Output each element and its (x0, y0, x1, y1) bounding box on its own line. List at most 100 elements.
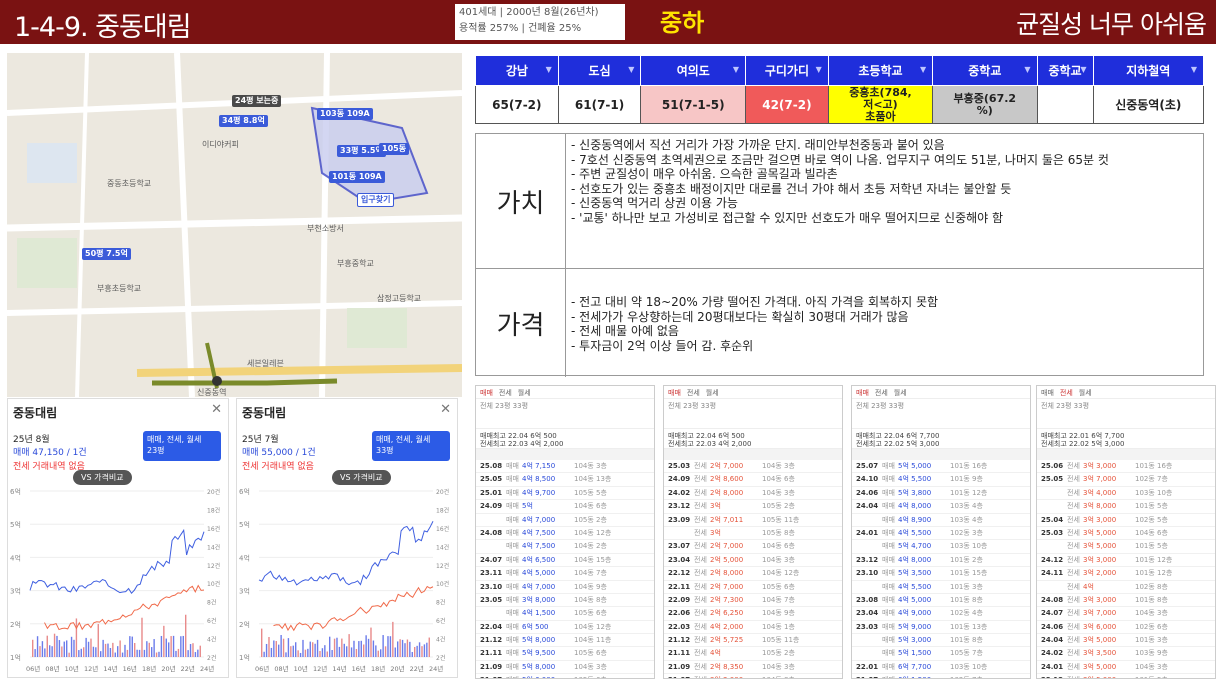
table-row[interactable]: 24.07 매매 4억 6,500 104동 15층 (476, 554, 654, 568)
price-history-chart[interactable]: 6억 5억 4억 3억 2억 1억 20건 18건 16건 14건 12건 10건 8건 6건 4건 2건 06… (8, 485, 228, 677)
table-row[interactable]: 21.07매매5억 6,000105동 6층 (476, 674, 654, 678)
table-row[interactable]: 매매 5억 3,000 101동 8층 (852, 634, 1030, 648)
tab-1[interactable]: 전세 (687, 389, 700, 397)
table-row[interactable]: 25.03 전세 2억 7,000 104동 3층 (664, 460, 842, 474)
tab-1[interactable]: 전세 (499, 389, 512, 397)
map-price-tag[interactable]: 101동 109A (329, 171, 385, 183)
tab-1[interactable]: 전세 (875, 389, 888, 397)
table-row[interactable]: 21.09 전세 2억 8,350 104동 3층 (664, 661, 842, 675)
table-row[interactable]: 21.12 매매 5억 8,000 104동 11층 (476, 634, 654, 648)
col-header-gudi[interactable]: 구디가디 ▼ (745, 55, 829, 86)
table-row[interactable]: 23.08 매매 4억 5,000 101동 8층 (852, 594, 1030, 608)
table-row[interactable]: 24.04 매매 4억 8,000 103동 4층 (852, 500, 1030, 514)
map-price-tag[interactable]: 24평 보는중 (232, 95, 282, 107)
table-row[interactable]: 매매 4억 7,000 105동 2층 (476, 514, 654, 527)
size-filter[interactable]: 전체 23평 33평 (852, 399, 1030, 429)
table-row[interactable]: 23.11 매매 4억 5,000 104동 7층 (476, 567, 654, 581)
table-row[interactable]: 23.03 매매 5억 9,000 101동 13층 (852, 621, 1030, 635)
table-row[interactable]: 25.04 전세 3억 3,000 102동 5층 (1037, 514, 1215, 527)
table-row[interactable]: 21.11 전세 4억 105동 2층 (664, 647, 842, 661)
table-row[interactable]: 전세 3억 5,000 101동 5층 (1037, 540, 1215, 554)
table-row[interactable]: 23.05 매매 3억 8,000 104동 8층 (476, 594, 654, 608)
table-row[interactable]: 매매 4억 8,900 103동 4층 (852, 514, 1030, 527)
table-row[interactable]: 24.09 매매 5억 104동 6층 (476, 500, 654, 514)
map-price-tag[interactable]: 50평 7.5억 (82, 248, 131, 260)
size-filter[interactable]: 전체 23평 33평 (1037, 399, 1215, 429)
table-row[interactable]: 24.08 매매 4억 7,500 104동 12층 (476, 527, 654, 541)
table-row[interactable]: 24.12 전세 3억 3,000 101동 12층 (1037, 554, 1215, 568)
table-row[interactable]: 매매 5억 1,500 105동 7층 (852, 647, 1030, 661)
close-icon[interactable]: ✕ (211, 402, 222, 417)
table-row[interactable]: 23.04 매매 4억 9,000 102동 4층 (852, 607, 1030, 621)
table-row[interactable]: 22.01 매매 6억 7,700 103동 10층 (852, 661, 1030, 675)
table-row[interactable]: 24.06 전세 3억 6,000 102동 6층 (1037, 621, 1215, 635)
tab-2[interactable]: 월세 (706, 389, 719, 397)
table-row[interactable]: 23.12 전세 3억 105동 2층 (664, 500, 842, 514)
table-row[interactable]: 24.10 매매 4억 5,500 101동 9층 (852, 473, 1030, 487)
table-row[interactable]: 24.04 전세 3억 5,000 101동 3층 (1037, 634, 1215, 648)
table-row[interactable]: 21.07매매6억 1,500102동 7층 (852, 674, 1030, 678)
table-row[interactable]: 전세 3억 105동 8층 (664, 527, 842, 541)
tab-2[interactable]: 월세 (1079, 389, 1092, 397)
tab-1[interactable]: 전세 (1060, 389, 1073, 397)
col-header-middle-2[interactable]: 중학교 ▼ (1036, 55, 1094, 86)
table-row[interactable]: 23.07 전세 2억 7,000 104동 6층 (664, 540, 842, 554)
table-row[interactable]: 24.01 매매 4억 5,500 102동 3층 (852, 527, 1030, 541)
table-row[interactable]: 전세 4억 102동 8층 (1037, 581, 1215, 594)
table-row[interactable]: 23.10 매매 4억 7,000 104동 9층 (476, 581, 654, 594)
map-price-tag[interactable]: 105동 (379, 143, 410, 155)
table-row[interactable]: 22.09 전세 2억 7,300 104동 7층 (664, 594, 842, 608)
table-row[interactable]: 25.08 매매 4억 7,150 104동 3층 (476, 460, 654, 474)
table-row[interactable]: 24.06 매매 5억 3,800 101동 12층 (852, 487, 1030, 501)
table-row[interactable]: 24.11 전세 3억 2,000 101동 12층 (1037, 567, 1215, 581)
table-row[interactable]: 25.01 매매 4억 9,700 105동 5층 (476, 487, 654, 501)
table-row[interactable]: 24.02 전세 3억 3,500 103동 9층 (1037, 647, 1215, 661)
filter-dropdown[interactable]: 매매, 전세, 월세 23평 (143, 431, 221, 461)
table-row[interactable]: 23.10 매매 5억 3,500 101동 15층 (852, 567, 1030, 581)
table-row[interactable]: 23.04 전세 2억 5,000 104동 3층 (664, 554, 842, 568)
table-row[interactable]: 22.03 전세 4억 2,000 104동 1층 (664, 621, 842, 635)
col-header-yeouido[interactable]: 여의도 ▼ (640, 55, 747, 86)
tab-2[interactable]: 월세 (518, 389, 531, 397)
col-header-middle[interactable]: 중학교 ▼ (932, 55, 1038, 86)
compare-button[interactable]: VS 가격비교 (332, 470, 391, 485)
table-row[interactable]: 25.03 전세 3억 5,000 104동 6층 (1037, 527, 1215, 541)
table-row[interactable]: 22.12 전세 2억 8,000 104동 12층 (664, 567, 842, 581)
size-filter[interactable]: 전체 23평 33평 (476, 399, 654, 429)
table-row[interactable]: 25.05 전세 3억 7,000 102동 7층 (1037, 473, 1215, 487)
table-row[interactable]: 21.12 전세 2억 5,725 105동 11층 (664, 634, 842, 648)
table-row[interactable]: 매매 5억 4,700 103동 10층 (852, 540, 1030, 554)
table-row[interactable]: 24.09 전세 2억 8,600 104동 6층 (664, 473, 842, 487)
col-header-downtown[interactable]: 도심 ▼ (557, 55, 642, 86)
map-price-tag[interactable]: 34평 8.8억 (219, 115, 268, 127)
size-filter[interactable]: 전체 23평 33평 (664, 399, 842, 429)
table-row[interactable]: 22.06 전세 2억 6,250 104동 9층 (664, 607, 842, 621)
table-row[interactable]: 매매 4억 1,500 105동 6층 (476, 607, 654, 621)
map-price-tag[interactable]: 103동 109A (317, 108, 373, 120)
col-header-elementary[interactable]: 초등학교 ▼ (827, 55, 934, 86)
table-row[interactable]: 21.09 매매 5억 8,000 104동 3층 (476, 661, 654, 675)
table-row[interactable]: 24.02 전세 2억 8,000 104동 3층 (664, 487, 842, 501)
table-row[interactable]: 24.07 전세 3억 7,000 104동 3층 (1037, 607, 1215, 621)
col-header-gangnam[interactable]: 강남 ▼ (475, 55, 559, 86)
close-icon[interactable]: ✕ (440, 402, 451, 417)
table-row[interactable]: 25.05 매매 4억 8,500 104동 13층 (476, 473, 654, 487)
table-row[interactable]: 22.04 매매 6억 500 104동 12층 (476, 621, 654, 635)
table-row[interactable]: 23.09 전세 2억 7,011 105동 11층 (664, 514, 842, 527)
table-row[interactable]: 21.11 매매 5억 9,500 105동 6층 (476, 647, 654, 661)
map-entrance-button[interactable]: 입구찾기 (357, 193, 395, 207)
table-row[interactable]: 22.11 전세 2억 7,000 105동 6층 (664, 581, 842, 594)
table-row[interactable]: 매매 4억 7,500 104동 2층 (476, 540, 654, 554)
tab-0[interactable]: 매매 (856, 389, 869, 397)
col-header-subway[interactable]: 지하철역 ▼ (1092, 55, 1205, 86)
tab-0[interactable]: 매매 (480, 389, 493, 397)
tab-0[interactable]: 매매 (668, 389, 681, 397)
compare-button[interactable]: VS 가격비교 (73, 470, 132, 485)
table-row[interactable]: 전세 3억 4,000 103동 10층 (1037, 487, 1215, 501)
price-history-chart[interactable]: 6억 5억 4억 3억 2억 1억 20건 18건 16건 14건 12건 10건 8건 6건 4건 2건 06… (237, 485, 457, 677)
table-row[interactable]: 25.06 전세 3억 3,000 101동 16층 (1037, 460, 1215, 474)
table-row[interactable]: 23.12 매매 4억 8,000 101동 2층 (852, 554, 1030, 568)
table-row[interactable]: 23.12전세3억 5,000101동 5층 (1037, 674, 1215, 678)
tab-2[interactable]: 월세 (894, 389, 907, 397)
table-row[interactable]: 21.07전세3억 2,000104동 8층 (664, 674, 842, 678)
